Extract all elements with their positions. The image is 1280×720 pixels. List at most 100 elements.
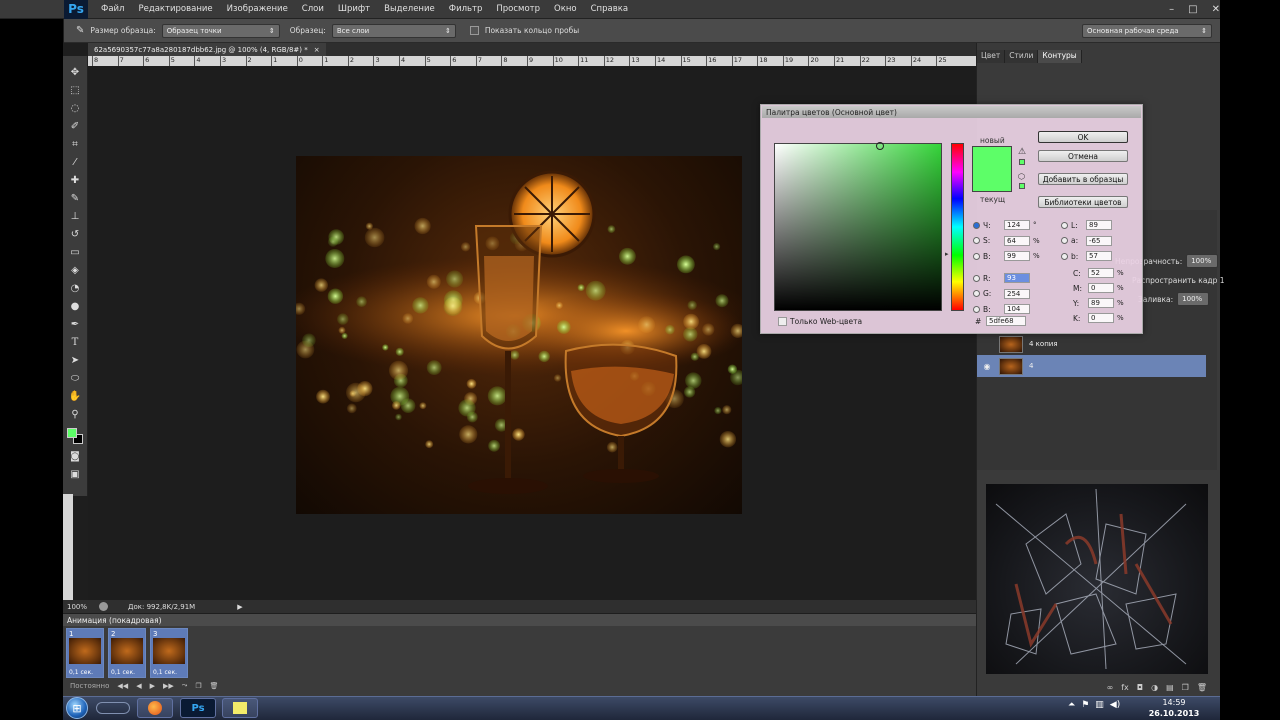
firefox-icon[interactable] xyxy=(137,698,173,718)
animation-frame[interactable]: 2 0,1 сек. xyxy=(108,628,146,678)
next-frame-icon[interactable]: ▶▶ xyxy=(163,682,174,690)
black-input[interactable]: 0 xyxy=(1088,313,1114,323)
windows-start-icon[interactable]: ⊞ xyxy=(66,697,88,719)
lasso-tool-icon[interactable]: ◌ xyxy=(68,102,82,116)
hand-tool-icon[interactable]: ✋ xyxy=(68,390,82,404)
sample-select[interactable]: Все слои ⇕ xyxy=(331,23,456,38)
gamut-warning-icon[interactable]: ⚠ xyxy=(1018,147,1026,157)
red-radio[interactable] xyxy=(973,274,980,282)
hue-slider-arrow-icon[interactable]: ▸ xyxy=(945,250,949,258)
magenta-input[interactable]: 0 xyxy=(1088,283,1114,293)
propagate-frame-label[interactable]: Распространить кадр 1 xyxy=(1132,276,1225,285)
type-tool-icon[interactable]: T xyxy=(68,336,82,350)
blue-radio[interactable] xyxy=(973,305,980,313)
quick-select-tool-icon[interactable]: ✐ xyxy=(68,120,82,134)
web-safe-swatch[interactable] xyxy=(1019,183,1025,189)
fx-icon[interactable]: fx xyxy=(1121,683,1129,692)
new-layer-icon[interactable]: ❐ xyxy=(1182,683,1189,692)
green-input[interactable]: 254 xyxy=(1004,288,1030,299)
sample-size-select[interactable]: Образец точки ⇕ xyxy=(161,23,280,38)
gamut-swatch[interactable] xyxy=(1019,159,1025,165)
healing-tool-icon[interactable]: ✚ xyxy=(68,174,82,188)
menu-type[interactable]: Шрифт xyxy=(338,4,370,14)
volume-icon[interactable]: ◀) xyxy=(1110,700,1120,710)
status-info-icon[interactable] xyxy=(99,602,109,611)
eye-icon[interactable]: ◉ xyxy=(981,362,993,371)
opacity-input[interactable]: 100% xyxy=(1186,254,1219,268)
bucket-tool-icon[interactable]: ◈ xyxy=(68,264,82,278)
duplicate-frame-icon[interactable]: ❐ xyxy=(195,682,201,690)
close-icon[interactable]: ✕ xyxy=(1212,4,1220,15)
zoom-level[interactable]: 100% xyxy=(67,603,87,611)
stamp-tool-icon[interactable]: ⊥ xyxy=(68,210,82,224)
current-color-swatch[interactable] xyxy=(972,170,1012,192)
lab-a-radio[interactable] xyxy=(1061,237,1068,244)
trash-icon[interactable]: 🗑 xyxy=(1197,683,1207,692)
show-ring-checkbox[interactable] xyxy=(469,26,479,35)
lab-l-radio[interactable] xyxy=(1061,221,1068,229)
lab-b-radio[interactable] xyxy=(1061,252,1068,260)
document-tab[interactable]: 62a5690357c77a8a280187dbb62.jpg @ 100% (… xyxy=(88,43,326,56)
photoshop-logo-icon[interactable]: Ps xyxy=(64,0,88,19)
tab-styles[interactable]: Стили xyxy=(1005,50,1039,63)
green-radio[interactable] xyxy=(973,290,980,297)
layer-row[interactable]: 4 копия xyxy=(977,333,1206,355)
folder-icon[interactable]: ▤ xyxy=(1166,683,1174,692)
network-icon[interactable]: ▥ xyxy=(1095,700,1104,710)
menu-image[interactable]: Изображение xyxy=(227,4,288,14)
first-frame-icon[interactable]: ◀◀ xyxy=(117,682,128,690)
dodge-tool-icon[interactable]: ● xyxy=(68,300,82,314)
delete-frame-icon[interactable]: 🗑 xyxy=(210,682,219,690)
taskbar-pill[interactable] xyxy=(96,702,130,714)
mask-icon[interactable]: ◘ xyxy=(1137,683,1143,692)
tab-color[interactable]: Цвет xyxy=(977,50,1006,63)
menu-edit[interactable]: Редактирование xyxy=(138,4,212,14)
saturation-brightness-field[interactable] xyxy=(774,143,942,311)
zoom-tool-icon[interactable]: ⚲ xyxy=(68,408,82,422)
minimize-icon[interactable]: – xyxy=(1169,4,1174,15)
fill-input[interactable]: 100% xyxy=(1177,292,1210,306)
play-arrow-icon[interactable]: ▶ xyxy=(237,603,242,611)
cyan-input[interactable]: 52 xyxy=(1088,268,1114,278)
menu-layers[interactable]: Слои xyxy=(302,4,324,14)
tween-icon[interactable]: ⤳ xyxy=(182,681,188,690)
taskbar-clock[interactable]: 14:59 26.10.2013 xyxy=(1144,697,1204,719)
sticky-notes-icon[interactable] xyxy=(222,698,258,718)
marquee-tool-icon[interactable]: ⬚ xyxy=(68,84,82,98)
add-to-swatches-button[interactable]: Добавить в образцы xyxy=(1038,173,1128,185)
saturation-input[interactable]: 64 xyxy=(1004,235,1030,246)
menu-window[interactable]: Окно xyxy=(554,4,577,14)
document-image[interactable] xyxy=(296,156,742,514)
path-select-icon[interactable]: ➤ xyxy=(68,354,82,368)
tab-paths[interactable]: Контуры xyxy=(1038,50,1082,63)
pen-tool-icon[interactable]: ✒ xyxy=(68,318,82,332)
shape-tool-icon[interactable]: ⬭ xyxy=(68,372,82,386)
hue-input[interactable]: 124 xyxy=(1004,220,1030,230)
blue-input[interactable]: 104 xyxy=(1004,304,1030,314)
cancel-button[interactable]: Отмена xyxy=(1038,150,1128,162)
loop-select[interactable]: Постоянно xyxy=(70,682,109,690)
menu-select[interactable]: Выделение xyxy=(384,4,435,14)
prev-frame-icon[interactable]: ◀ xyxy=(136,682,141,690)
layer-row-selected[interactable]: ◉ 4 xyxy=(977,355,1206,377)
red-input[interactable]: 93 xyxy=(1004,273,1030,283)
brightness-input[interactable]: 99 xyxy=(1004,251,1030,261)
tab-close-icon[interactable]: × xyxy=(314,46,320,54)
ok-button[interactable]: OK xyxy=(1038,131,1128,143)
brightness-radio[interactable] xyxy=(973,252,980,260)
history-brush-icon[interactable]: ↺ xyxy=(68,228,82,242)
flag-icon[interactable]: ⚑ xyxy=(1081,700,1089,710)
tray-arrow-icon[interactable]: ⏶ xyxy=(1068,700,1075,710)
blur-tool-icon[interactable]: ◔ xyxy=(68,282,82,296)
hex-input[interactable]: 5dfe68 xyxy=(986,316,1026,326)
eyedropper-icon[interactable]: ⁄ xyxy=(68,156,82,170)
menu-filter[interactable]: Фильтр xyxy=(449,4,483,14)
animation-frame[interactable]: 3 0,1 сек. xyxy=(150,628,188,678)
menu-help[interactable]: Справка xyxy=(591,4,628,14)
lab-l-input[interactable]: 89 xyxy=(1086,220,1112,230)
brush-tool-icon[interactable]: ✎ xyxy=(68,192,82,206)
animation-frame[interactable]: 1 0,1 сек. xyxy=(66,628,104,678)
maximize-icon[interactable]: □ xyxy=(1188,4,1197,15)
hue-radio[interactable] xyxy=(973,221,980,229)
yellow-input[interactable]: 89 xyxy=(1088,298,1114,308)
